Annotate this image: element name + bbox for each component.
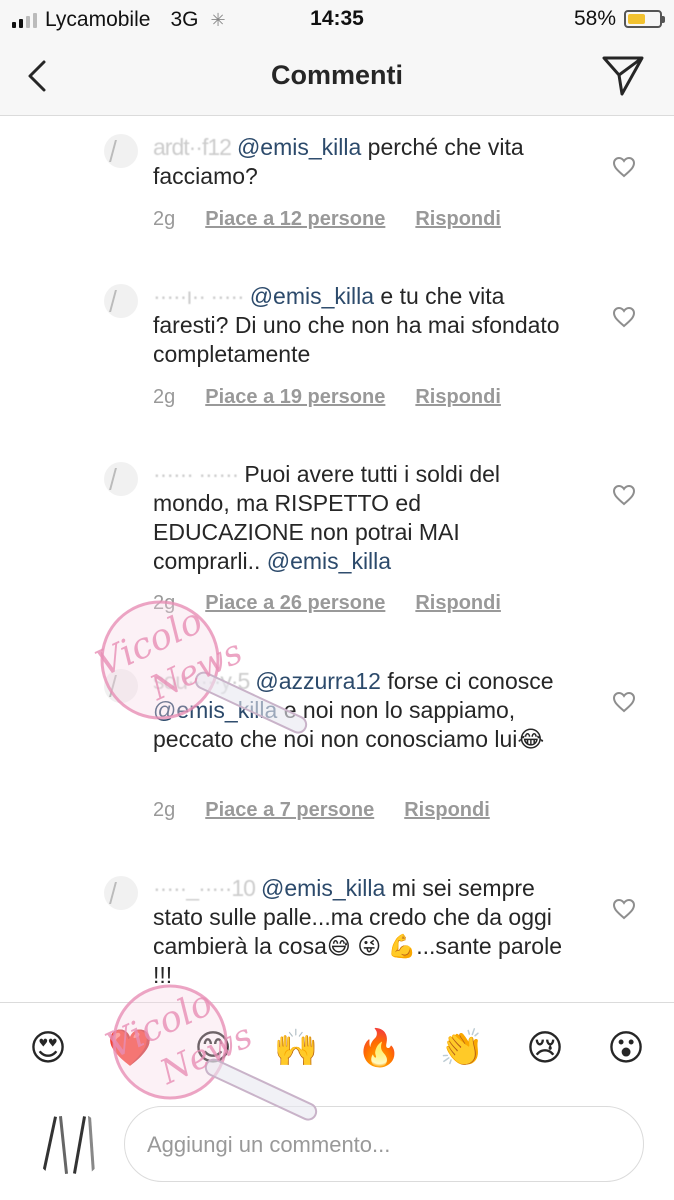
comment-input[interactable]: [147, 1125, 617, 1165]
likes-link[interactable]: Piace a 26 persone: [205, 592, 385, 615]
battery-percent: 58%: [573, 7, 616, 30]
comment-time: 2g: [153, 799, 176, 821]
mention-link[interactable]: @emis_killa: [237, 134, 361, 160]
comment-meta: 2g Piace a 7 persone Rispondi: [153, 799, 490, 822]
comment-username[interactable]: ······ ······: [153, 461, 239, 487]
clock: 14:35: [310, 7, 364, 30]
battery-icon: [624, 10, 665, 28]
mention-link[interactable]: @emis_killa: [153, 697, 277, 723]
likes-link[interactable]: Piace a 12 persone: [205, 208, 385, 231]
likes-link[interactable]: Piace a 19 persone: [205, 386, 385, 409]
comment-item: ·····_·····10 @emis_killa mi sei sempre s…: [0, 868, 674, 1002]
mention-link[interactable]: @emis_killa: [261, 875, 385, 901]
mention-link[interactable]: @azzurra12: [255, 668, 381, 694]
status-bar: Lycamobile 3G ✳ 14:35 58%: [0, 0, 674, 38]
avatar[interactable]: [104, 462, 138, 496]
reply-button[interactable]: Rispondi: [415, 386, 501, 409]
comment-text: ardt··f12 @emis_killa perché che vita fac…: [153, 133, 573, 191]
comment-input-box[interactable]: [124, 1106, 644, 1182]
page-title: Commenti: [270, 60, 403, 90]
like-heart-icon[interactable]: [612, 156, 636, 178]
comment-time: 2g: [153, 592, 176, 614]
avatar[interactable]: [104, 134, 138, 168]
comment-username[interactable]: ·····ı·· ·····: [153, 283, 245, 309]
comment-username[interactable]: ·····_·····10: [153, 875, 256, 901]
nav-header: Commenti: [0, 38, 674, 116]
emoji-red-heart[interactable]: ❤️: [106, 1027, 154, 1071]
status-right: 58%: [573, 7, 665, 31]
comment-text: ······ ······ Puoi avere tutti i soldi de…: [153, 460, 573, 576]
comment-text: ·····_·····10 @emis_killa mi sei sempre s…: [153, 874, 573, 990]
reply-button[interactable]: Rispondi: [404, 799, 490, 822]
avatar[interactable]: [104, 669, 138, 703]
comment-text: sou·····y·5 @azzurra12 forse ci conosce @…: [153, 667, 573, 754]
reply-button[interactable]: Rispondi: [415, 208, 501, 231]
like-heart-icon[interactable]: [612, 306, 636, 328]
comment-meta: 2g Piace a 19 persone Rispondi: [153, 386, 501, 409]
comment-time: 2g: [153, 386, 176, 408]
like-heart-icon[interactable]: [612, 691, 636, 713]
emoji-crying[interactable]: 😢: [521, 1027, 569, 1071]
like-heart-icon[interactable]: [612, 898, 636, 920]
reply-button[interactable]: Rispondi: [415, 592, 501, 615]
emoji-raised-hands[interactable]: 🙌: [272, 1027, 320, 1071]
emoji-clap[interactable]: 👏: [438, 1027, 486, 1071]
comment-time: 2g: [153, 208, 176, 230]
comment-body: forse ci conosce: [380, 668, 554, 694]
avatar[interactable]: [104, 284, 138, 318]
comment-composer: [0, 1096, 674, 1200]
battery-fill: [628, 14, 645, 24]
likes-link[interactable]: Piace a 7 persone: [205, 799, 374, 822]
emoji-fire[interactable]: 🔥: [355, 1027, 403, 1071]
comment-text: ·····ı·· ····· @emis_killa e tu che vita …: [153, 282, 573, 369]
comment-username[interactable]: ardt··f12: [153, 134, 232, 160]
mention-link[interactable]: @emis_killa: [250, 283, 374, 309]
comment-meta: 2g Piace a 26 persone Rispondi: [153, 592, 501, 615]
mention-link[interactable]: @emis_killa: [267, 548, 391, 574]
emoji-smile[interactable]: 😊: [189, 1027, 237, 1071]
comment-username[interactable]: sou·····y·5: [153, 668, 250, 694]
comment-meta: 2g Piace a 12 persone Rispondi: [153, 208, 501, 231]
emoji-bar: 😍 ❤️ 😊 🙌 🔥 👏 😢 😮: [0, 1002, 674, 1096]
my-avatar: [34, 1110, 104, 1180]
like-heart-icon[interactable]: [612, 484, 636, 506]
emoji-surprised[interactable]: 😮: [602, 1027, 650, 1071]
emoji-heart-eyes[interactable]: 😍: [24, 1027, 72, 1071]
direct-message-button[interactable]: [600, 52, 646, 98]
avatar[interactable]: [104, 876, 138, 910]
paper-plane-icon: [602, 56, 644, 96]
